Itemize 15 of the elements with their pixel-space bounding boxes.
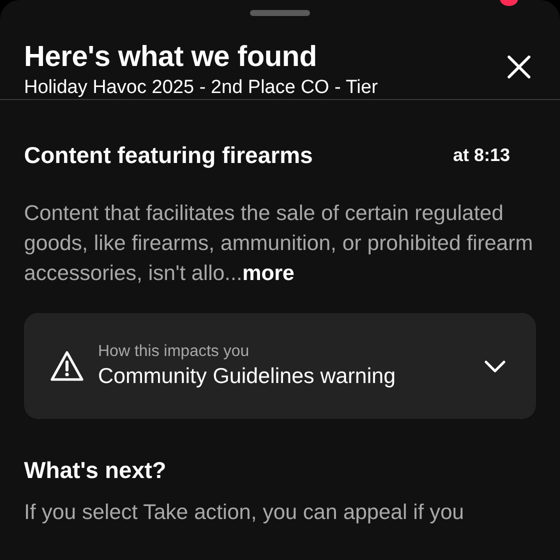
violation-description: Content that facilitates the sale of certain regulated goods, like firearms, ammunition, or prohibited firearm accessories, isn't allo...more [24, 200, 534, 287]
timestamp: at 8:13 [452, 144, 510, 166]
more-link[interactable]: more [242, 261, 294, 285]
video-title: Holiday Havoc 2025 - 2nd Place CO - Tier [24, 76, 379, 100]
close-icon[interactable] [506, 54, 532, 80]
impact-card[interactable]: How this impacts you Community Guidelines warning [24, 313, 536, 419]
next-text: If you select Take action, you can appeal if you [24, 499, 466, 526]
drag-handle[interactable] [250, 10, 310, 16]
impact-value: Community Guidelines warning [98, 363, 397, 390]
violation-heading: Content featuring firearms [24, 141, 313, 170]
impact-label: How this impacts you [98, 342, 250, 362]
chevron-icon[interactable] [484, 359, 506, 373]
warning-icon [50, 350, 84, 382]
next-heading: What's next? [24, 456, 168, 485]
sheet-title: Here's what we found [24, 40, 318, 74]
